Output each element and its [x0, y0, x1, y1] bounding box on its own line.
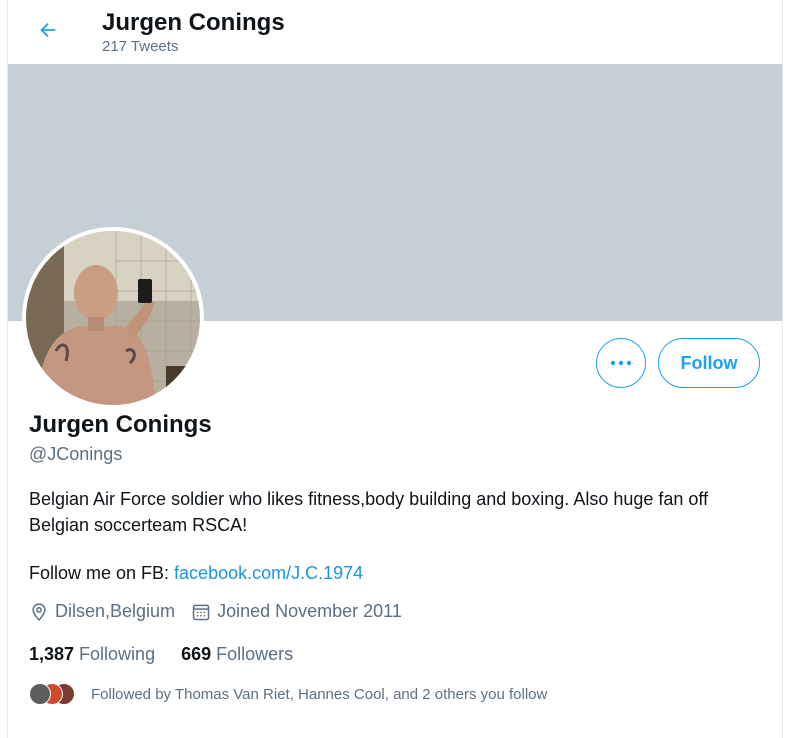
location-text: Dilsen,Belgium — [55, 601, 176, 621]
header-title: Jurgen Conings — [102, 9, 285, 36]
back-button[interactable] — [30, 12, 66, 48]
top-bar: Jurgen Conings 217 Tweets — [8, 0, 782, 64]
more-options-button[interactable] — [596, 338, 646, 388]
location-pin-icon — [32, 602, 46, 621]
avatar-photo — [26, 231, 200, 405]
follow-button[interactable]: Follow — [658, 338, 760, 388]
profile-handle: @JConings — [29, 444, 123, 464]
fb-prefix-text: Follow me on FB: — [29, 563, 175, 583]
joined-item: Joined November 2011 — [191, 601, 402, 622]
profile-meta: Dilsen,Belgium Joined November 2011 — [29, 601, 402, 622]
profile-bio-link-line: Follow me on FB: facebook.com/J.C.1974 — [29, 563, 363, 584]
arrow-left-icon — [40, 22, 56, 38]
joined-text: Joined November 2011 — [217, 601, 402, 621]
profile-bio: Belgian Air Force soldier who likes fitn… — [29, 489, 709, 535]
location-item: Dilsen,Belgium — [29, 601, 175, 622]
followers-link[interactable]: 669 Followers — [181, 644, 293, 665]
more-dots-icon — [610, 360, 632, 366]
follower-avatar — [29, 683, 51, 705]
followed-by-row[interactable]: Followed by Thomas Van Riet, Hannes Cool… — [29, 683, 547, 705]
follow-counts: 1,387 Following 669 Followers — [29, 644, 319, 665]
followers-count: 669 — [181, 644, 212, 664]
followed-by-text: Followed by Thomas Van Riet, Hannes Cool… — [91, 685, 548, 703]
followers-label: Followers — [216, 644, 294, 664]
calendar-icon — [192, 604, 210, 620]
fb-link[interactable]: facebook.com/J.C.1974 — [174, 563, 363, 583]
following-label: Following — [79, 644, 156, 664]
following-link[interactable]: 1,387 Following — [29, 644, 155, 665]
profile-avatar[interactable] — [22, 227, 204, 409]
followed-by-avatars — [29, 683, 75, 705]
tweet-count: 217 Tweets — [102, 38, 179, 55]
following-count: 1,387 — [29, 644, 75, 664]
profile-column: Jurgen Conings 217 Tweets Follow Jurgen … — [7, 0, 783, 738]
profile-name: Jurgen Conings — [29, 411, 212, 438]
